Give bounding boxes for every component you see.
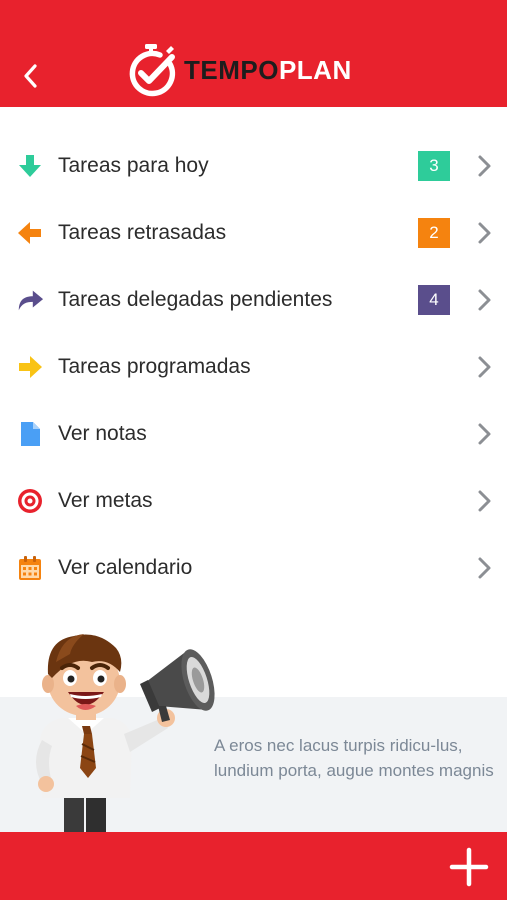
menu-item-label: Tareas programadas (58, 354, 251, 378)
chevron-right-icon (478, 155, 491, 176)
count-badge: 3 (418, 150, 450, 181)
menu-item-label: Tareas delegadas pendientes (58, 287, 333, 311)
menu-item-tareas-programadas[interactable]: Tareas programadas (0, 333, 507, 400)
stopwatch-check-icon (129, 44, 176, 97)
chevron-right-icon (478, 490, 491, 511)
arrow-down-icon (16, 152, 44, 180)
logo-text: TEMPOPLAN (184, 55, 352, 86)
menu-item-tareas-para-hoy[interactable]: Tareas para hoy 3 (0, 132, 507, 199)
count-badge: 2 (418, 217, 450, 248)
chevron-right-icon (478, 423, 491, 444)
menu-item-ver-notas[interactable]: Ver notas (0, 400, 507, 467)
menu-item-label: Ver notas (58, 421, 147, 445)
menu-item-label: Ver calendario (58, 555, 193, 579)
arrow-left-icon (16, 219, 44, 247)
chevron-right-icon (478, 356, 491, 377)
bottom-bar (0, 832, 507, 900)
task-menu: Tareas para hoy 3 Tareas retrasadas 2 Ta… (0, 132, 507, 601)
promo-text: A eros nec lacus turpis ridicu-lus, lund… (214, 736, 494, 780)
app-logo: TEMPOPLAN (126, 40, 352, 100)
add-plus-icon[interactable] (448, 846, 490, 888)
back-button[interactable] (14, 56, 48, 96)
target-icon (16, 487, 44, 515)
calendar-icon (16, 554, 44, 582)
logo-text-light: PLAN (278, 54, 352, 85)
chevron-right-icon (478, 557, 491, 578)
menu-item-label: Tareas para hoy (58, 153, 209, 177)
logo-text-dark: TEMPO (184, 54, 279, 85)
chevron-right-icon (478, 222, 491, 243)
share-arrow-icon (16, 286, 44, 314)
count-badge: 4 (418, 284, 450, 315)
app-header: TEMPOPLAN (0, 0, 507, 107)
menu-item-ver-calendario[interactable]: Ver calendario (0, 534, 507, 601)
menu-item-label: Tareas retrasadas (58, 220, 227, 244)
back-arrow-icon (24, 64, 37, 88)
document-icon (16, 420, 44, 448)
arrow-right-icon (16, 353, 44, 381)
menu-item-tareas-retrasadas[interactable]: Tareas retrasadas 2 (0, 199, 507, 266)
menu-item-label: Ver metas (58, 488, 153, 512)
menu-item-tareas-delegadas-pendientes[interactable]: Tareas delegadas pendientes 4 (0, 266, 507, 333)
menu-item-ver-metas[interactable]: Ver metas (0, 467, 507, 534)
megaphone-mascot-illustration (36, 634, 215, 834)
chevron-right-icon (478, 289, 491, 310)
